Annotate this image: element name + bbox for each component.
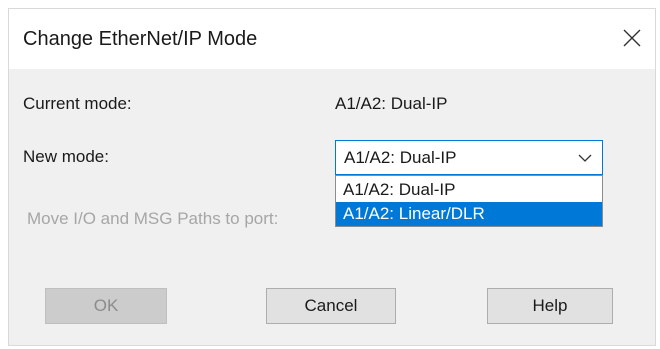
new-mode-select[interactable]: A1/A2: Dual-IP bbox=[335, 140, 603, 175]
current-mode-label: Current mode: bbox=[23, 94, 132, 113]
dialog-title: Change EtherNet/IP Mode bbox=[23, 28, 258, 50]
option-linear-dlr[interactable]: A1/A2: Linear/DLR bbox=[336, 202, 602, 226]
close-button[interactable] bbox=[615, 21, 649, 55]
title-bar: Change EtherNet/IP Mode bbox=[9, 9, 655, 69]
cancel-button[interactable]: Cancel bbox=[266, 288, 396, 324]
option-dual-ip[interactable]: A1/A2: Dual-IP bbox=[336, 178, 602, 202]
ok-button[interactable]: OK bbox=[45, 288, 167, 324]
help-button[interactable]: Help bbox=[487, 288, 613, 324]
move-paths-label-wrapper: Move I/O and MSG Paths to port: bbox=[27, 206, 307, 250]
new-mode-dropdown-list: A1/A2: Dual-IP A1/A2: Linear/DLR bbox=[335, 175, 603, 227]
chevron-down-icon bbox=[578, 154, 592, 162]
current-mode-value: A1/A2: Dual-IP bbox=[335, 94, 448, 113]
change-mode-dialog: Change EtherNet/IP Mode Current mode: A1… bbox=[8, 8, 656, 346]
move-paths-label: Move I/O and MSG Paths to port: bbox=[27, 209, 279, 228]
close-icon bbox=[623, 29, 641, 47]
new-mode-selected-value: A1/A2: Dual-IP bbox=[344, 148, 457, 167]
new-mode-label: New mode: bbox=[23, 147, 109, 166]
